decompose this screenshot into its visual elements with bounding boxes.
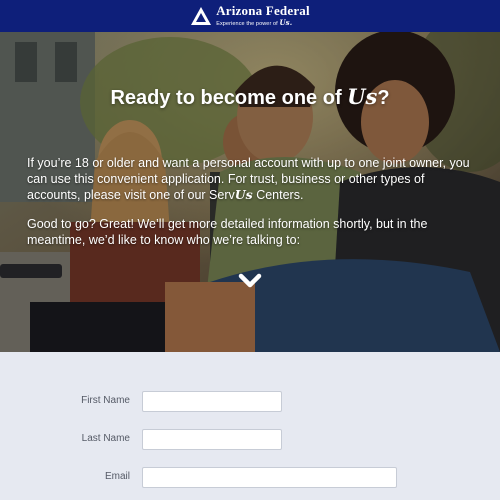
- hero-title: Ready to become one of Us?: [110, 84, 390, 109]
- intro-paragraph: Good to go? Great! We’ll get more detail…: [27, 217, 428, 247]
- email-input[interactable]: [142, 467, 397, 488]
- logo-mark-icon: [191, 7, 212, 25]
- top-bar: Arizona Federal Experience the power of …: [0, 0, 500, 32]
- email-label: Email: [104, 471, 130, 482]
- eligibility-paragraph: If you’re 18 or older and want a persona…: [27, 156, 470, 202]
- arizona-federal-logo[interactable]: Arizona Federal Experience the power of …: [190, 4, 310, 28]
- last-name-row: Last Name: [0, 429, 500, 451]
- application-form: First Name Last Name Email: [0, 352, 500, 500]
- first-name-row: First Name: [0, 391, 500, 413]
- email-row: Email: [0, 467, 500, 489]
- hero-section: Ready to become one of Us? If you’re 18 …: [0, 32, 500, 352]
- last-name-label: Last Name: [81, 433, 130, 444]
- brand-name: Arizona Federal: [216, 3, 310, 19]
- brand-tagline: Experience the power of Us.: [216, 18, 293, 28]
- last-name-input[interactable]: [142, 429, 282, 450]
- first-name-input[interactable]: [142, 391, 282, 412]
- first-name-label: First Name: [81, 395, 130, 406]
- chevron-down-icon[interactable]: [238, 272, 262, 290]
